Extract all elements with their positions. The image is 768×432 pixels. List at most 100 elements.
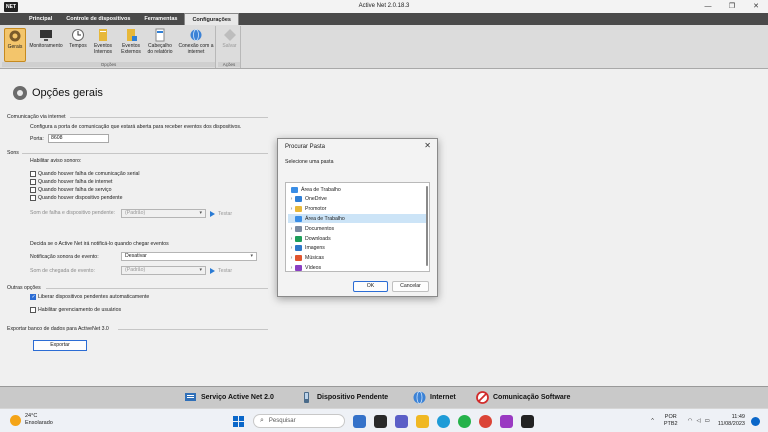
tab-controle-de-dispositivos[interactable]: Controle de dispositivos bbox=[59, 13, 137, 25]
task-view-icon[interactable] bbox=[374, 414, 387, 428]
chevron-right-icon[interactable]: › bbox=[288, 226, 295, 232]
ribbon-button-conexao-internet[interactable]: Conexão com a internet bbox=[177, 28, 215, 55]
tab-ferramentas[interactable]: Ferramentas bbox=[137, 13, 184, 25]
folder-tree-label: Músicas bbox=[305, 255, 325, 262]
notify-label: Notificação sonora de evento: bbox=[30, 254, 99, 260]
checkbox-dispositivo-pendente[interactable] bbox=[30, 195, 36, 201]
failure-sound-select[interactable]: (Padrão) ▾ bbox=[121, 209, 206, 218]
checkbox-falha-serial[interactable] bbox=[30, 171, 36, 177]
checkbox-label: Habilitar gerenciamento de usuários bbox=[38, 307, 122, 313]
clock-icon bbox=[72, 29, 84, 41]
taskbar: 24°C Ensolarado ⌕ Pesquisar ^ POR PTB2 ◠… bbox=[0, 408, 768, 432]
checkbox-gerenciamento-usuarios[interactable] bbox=[30, 307, 36, 313]
ribbon-button-monitoramento[interactable]: Monitoramento bbox=[28, 28, 64, 50]
language-indicator[interactable]: POR PTB2 bbox=[664, 414, 678, 428]
window-title: Active Net 2.0.18.3 bbox=[358, 3, 410, 9]
ok-button[interactable]: OK bbox=[353, 281, 388, 292]
ribbon: Gerais Monitoramento Tempos Eventos Inte… bbox=[0, 25, 768, 69]
chevron-right-icon[interactable]: › bbox=[288, 245, 295, 251]
windows-start-icon[interactable] bbox=[232, 415, 245, 428]
arrival-sound-select[interactable]: (Padrão) ▾ bbox=[121, 266, 206, 275]
folder-tree-item[interactable]: › OneDrive bbox=[288, 195, 426, 204]
active-net-taskbar-icon[interactable] bbox=[521, 414, 534, 428]
restore-button[interactable]: ❐ bbox=[720, 0, 744, 13]
notify-select[interactable]: Desativar ▾ bbox=[121, 252, 257, 261]
test-failure-sound-button[interactable]: Testar bbox=[210, 209, 232, 218]
dialog-title: Procurar Pasta bbox=[285, 144, 326, 150]
whatsapp-icon[interactable] bbox=[458, 414, 471, 428]
ribbon-button-label: Salvar bbox=[222, 43, 237, 49]
widgets-icon[interactable] bbox=[353, 414, 366, 428]
section-outras-opcoes: Outras opções bbox=[7, 285, 41, 291]
chevron-down-icon: ▾ bbox=[199, 267, 202, 273]
file-explorer-icon[interactable] bbox=[416, 414, 429, 428]
tab-principal[interactable]: Principal bbox=[22, 13, 59, 25]
save-button[interactable]: Salvar bbox=[219, 28, 240, 50]
folder-tree[interactable]: Área de Trabalho › OneDrive › Promotor Área d… bbox=[285, 182, 430, 272]
failure-sound-value: (Padrão) bbox=[125, 210, 146, 216]
folder-tree-item[interactable]: › Promotor bbox=[288, 205, 426, 214]
menu-bar: Principal Controle de dispositivos Ferra… bbox=[0, 13, 768, 25]
folder-tree-item[interactable]: Área de Trabalho bbox=[288, 185, 426, 194]
folder-tree-label: Promotor bbox=[305, 206, 327, 213]
tab-configuracoes[interactable]: Configurações bbox=[184, 13, 239, 25]
export-button[interactable]: Exportar bbox=[33, 340, 87, 351]
folder-tree-item[interactable]: › Documentos bbox=[288, 224, 426, 233]
report-icon bbox=[155, 28, 165, 42]
chevron-up-icon[interactable]: ^ bbox=[651, 418, 654, 424]
save-icon bbox=[223, 29, 236, 41]
system-tray: ^ POR PTB2 ◠ ◁ ▭ 11:49 11/08/2023 bbox=[651, 412, 760, 430]
chevron-right-icon[interactable]: › bbox=[288, 265, 295, 271]
folder-icon bbox=[295, 196, 302, 203]
folder-tree-item[interactable]: › Imagens bbox=[288, 244, 426, 253]
chevron-right-icon[interactable]: › bbox=[288, 236, 295, 242]
play-icon bbox=[210, 210, 215, 217]
taskbar-apps: ⌕ Pesquisar bbox=[232, 412, 542, 430]
notification-icon[interactable] bbox=[751, 416, 760, 426]
status-label: Serviço Active Net 2.0 bbox=[201, 394, 274, 401]
folder-tree-item[interactable]: › Downloads bbox=[288, 234, 426, 243]
arrival-sound-value: (Padrão) bbox=[125, 267, 146, 273]
ribbon-button-label: Cabeçalho do relatório bbox=[147, 43, 173, 55]
speaker-icon[interactable]: ◁ bbox=[696, 418, 700, 424]
ribbon-button-tempos[interactable]: Tempos bbox=[66, 28, 90, 50]
app-icon[interactable] bbox=[500, 414, 513, 428]
checkbox-falha-internet[interactable] bbox=[30, 179, 36, 185]
folder-icon bbox=[295, 206, 302, 213]
cancel-button[interactable]: Cancelar bbox=[392, 281, 429, 292]
ribbon-button-eventos-internos[interactable]: Eventos Internos bbox=[90, 28, 116, 55]
chrome-icon[interactable] bbox=[479, 414, 492, 428]
folder-tree-item[interactable]: › Músicas bbox=[288, 254, 426, 263]
chevron-right-icon[interactable]: › bbox=[288, 196, 295, 202]
port-input[interactable]: 8608 bbox=[48, 134, 109, 143]
minimize-button[interactable]: — bbox=[696, 0, 720, 13]
ribbon-button-eventos-externos[interactable]: Eventos Externos bbox=[117, 28, 145, 55]
test-label: Testar bbox=[218, 210, 233, 217]
weather-widget[interactable]: 24°C Ensolarado bbox=[10, 413, 53, 427]
scrollbar[interactable] bbox=[426, 186, 428, 266]
ribbon-button-gerais[interactable]: Gerais bbox=[4, 28, 26, 62]
test-arrival-sound-button[interactable]: Testar bbox=[210, 266, 232, 275]
search-icon: ⌕ bbox=[260, 417, 264, 424]
status-label: Dispositivo Pendente bbox=[317, 394, 389, 401]
chevron-right-icon[interactable]: › bbox=[288, 206, 295, 212]
ribbon-button-label: Monitoramento bbox=[29, 43, 63, 49]
battery-icon[interactable]: ▭ bbox=[705, 418, 710, 424]
taskbar-search[interactable]: ⌕ Pesquisar bbox=[253, 414, 345, 428]
weather-temp: 24°C bbox=[25, 413, 38, 419]
clock[interactable]: 11:49 11/08/2023 bbox=[718, 414, 745, 428]
folder-tree-label: OneDrive bbox=[305, 196, 327, 203]
close-button[interactable]: ✕ bbox=[744, 0, 768, 13]
checkbox-liberar-pendentes[interactable] bbox=[30, 294, 36, 300]
folder-tree-item[interactable]: › Vídeos bbox=[288, 263, 426, 271]
folder-tree-item[interactable]: Área de Trabalho bbox=[288, 214, 426, 224]
wifi-icon[interactable]: ◠ bbox=[688, 418, 693, 424]
ribbon-group-label: Ações bbox=[218, 62, 240, 67]
edge-icon[interactable] bbox=[437, 414, 450, 428]
folder-tree-label: Área de Trabalho bbox=[305, 215, 345, 222]
dialog-close-button[interactable]: ✕ bbox=[424, 141, 431, 150]
ribbon-button-cabecalho-relatorio[interactable]: Cabeçalho do relatório bbox=[145, 28, 175, 55]
chat-icon[interactable] bbox=[395, 414, 408, 428]
checkbox-falha-servico[interactable] bbox=[30, 187, 36, 193]
chevron-right-icon[interactable]: › bbox=[288, 255, 295, 261]
